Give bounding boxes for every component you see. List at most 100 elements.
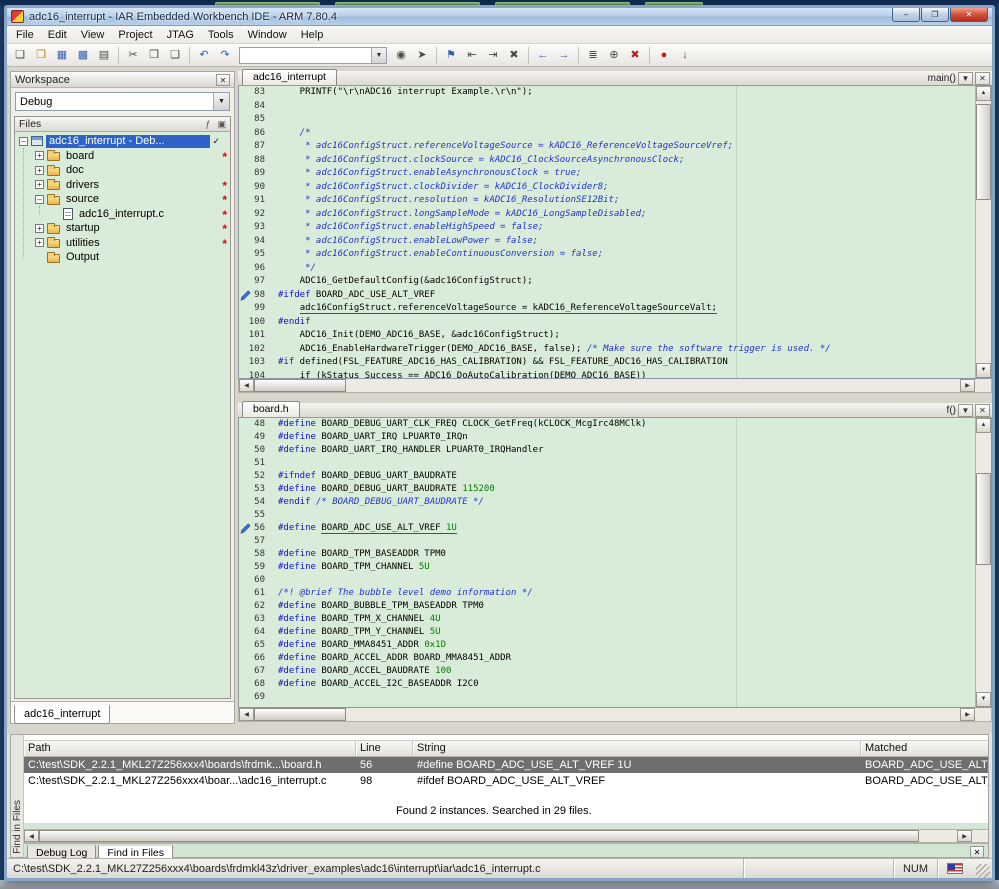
scroll-right-button[interactable]: ▶ — [960, 708, 975, 721]
expand-icon[interactable]: + — [35, 151, 44, 161]
code-line[interactable]: 103 #if defined(FSL_FEATURE_ADC16_HAS_CAL… — [239, 356, 975, 370]
files-column-header[interactable]: Files ƒ ▣ — [15, 117, 230, 132]
workspace-header[interactable]: Workspace ✕ — [11, 72, 234, 88]
code-line[interactable]: 54 #endif /* BOARD_DEBUG_UART_BAUDRATE */ — [239, 496, 975, 509]
scroll-right-button[interactable]: ▶ — [957, 830, 972, 842]
tree-item-doc[interactable]: + doc — [15, 163, 230, 178]
code-line[interactable]: 52 #ifndef BOARD_DEBUG_UART_BAUDRATE — [239, 470, 975, 483]
expand-icon[interactable]: + — [35, 223, 44, 233]
menu-view[interactable]: View — [74, 27, 112, 43]
navigate-back-button[interactable]: ← — [533, 46, 553, 65]
next-bookmark-button[interactable]: ⇥ — [483, 46, 503, 65]
menu-help[interactable]: Help — [294, 27, 331, 43]
results-horizontal-scrollbar[interactable]: ◀ ▶ — [24, 829, 988, 843]
code-line[interactable]: 65 #define BOARD_MMA8451_ADDR 0x1D — [239, 639, 975, 652]
new-document-button[interactable]: ❏ — [10, 46, 30, 65]
column-header-path[interactable]: Path — [24, 741, 356, 756]
horizontal-scrollbar[interactable]: ◀ ▶ — [238, 379, 992, 393]
code-line[interactable]: 95 * adc16ConfigStruct.enableContinuousC… — [239, 248, 975, 262]
menu-project[interactable]: Project — [111, 27, 159, 43]
scrollbar-thumb[interactable] — [254, 708, 346, 721]
menu-file[interactable]: File — [9, 27, 41, 43]
chevron-down-icon[interactable]: ▼ — [213, 93, 229, 110]
bookmark-icon[interactable] — [240, 289, 251, 301]
collapse-icon[interactable]: – — [19, 136, 28, 146]
code-line[interactable]: 61 /*! @brief The bubble level demo infor… — [239, 587, 975, 600]
code-line[interactable]: 58 #define BOARD_TPM_BASEADDR TPM0 — [239, 548, 975, 561]
code-line[interactable]: 98 #ifdef BOARD_ADC_USE_ALT_VREF — [239, 289, 975, 303]
tree-item-startup[interactable]: + startup * — [15, 221, 230, 236]
code-line[interactable]: 104 if (kStatus_Success == ADC16_DoAutoC… — [239, 370, 975, 379]
open-file-button[interactable]: ❐ — [31, 46, 51, 65]
bookmark-icon[interactable] — [240, 523, 251, 534]
code-line[interactable]: 101 ADC16_Init(DEMO_ADC16_BASE, &adc16Co… — [239, 329, 975, 343]
vertical-scrollbar[interactable]: ▲ ▼ — [975, 86, 991, 378]
close-button[interactable]: ✕ — [950, 8, 988, 22]
minimize-button[interactable]: – — [892, 8, 920, 22]
cut-button[interactable]: ✂ — [123, 46, 143, 65]
tree-item-source[interactable]: – source * — [15, 192, 230, 207]
code-line[interactable]: 86 /* — [239, 127, 975, 141]
code-line[interactable]: 91 * adc16ConfigStruct.resolution = kADC… — [239, 194, 975, 208]
code-content[interactable]: 48 #define BOARD_DEBUG_UART_CLK_FREQ CLOC… — [239, 418, 975, 707]
code-line[interactable]: 83 PRINTF("\r\nADC16 interrupt Example.\… — [239, 86, 975, 100]
make-button[interactable]: ≣ — [583, 46, 603, 65]
collapse-icon[interactable]: – — [35, 194, 44, 204]
us-flag-icon[interactable] — [947, 863, 963, 874]
code-line[interactable]: 62 #define BOARD_BUBBLE_TPM_BASEADDR TPM0 — [239, 600, 975, 613]
find-next-button[interactable]: ➤ — [412, 46, 432, 65]
close-icon[interactable]: ✕ — [216, 73, 230, 86]
code-line[interactable]: 49 #define BOARD_UART_IRQ LPUART0_IRQn — [239, 431, 975, 444]
code-line[interactable]: 63 #define BOARD_TPM_X_CHANNEL 4U — [239, 613, 975, 626]
code-line[interactable]: 88 * adc16ConfigStruct.clockSource = kAD… — [239, 154, 975, 168]
configuration-dropdown[interactable]: Debug ▼ — [15, 92, 230, 111]
chevron-down-icon[interactable]: ▼ — [958, 404, 973, 417]
redo-button[interactable]: ↷ — [215, 46, 235, 65]
code-line[interactable]: 94 * adc16ConfigStruct.enableLowPower = … — [239, 235, 975, 249]
clear-bookmarks-button[interactable]: ✖ — [504, 46, 524, 65]
code-line[interactable]: 56 #define BOARD_ADC_USE_ALT_VREF 1U — [239, 522, 975, 535]
code-line[interactable]: 55 — [239, 509, 975, 522]
scroll-left-button[interactable]: ◀ — [24, 830, 39, 842]
code-content[interactable]: 83 PRINTF("\r\nADC16 interrupt Example.\… — [239, 86, 975, 378]
expand-icon[interactable]: + — [35, 238, 44, 248]
editor-splitter[interactable] — [238, 393, 992, 403]
code-line[interactable]: 67 #define BOARD_ACCEL_BAUDRATE 100 — [239, 665, 975, 678]
close-icon[interactable]: ✕ — [970, 846, 984, 858]
code-line[interactable]: 96 */ — [239, 262, 975, 276]
close-icon[interactable]: ✕ — [975, 72, 990, 85]
horizontal-scrollbar[interactable]: ◀ ▶ — [238, 708, 992, 722]
expand-icon[interactable]: + — [35, 165, 44, 175]
stop-build-button[interactable]: ✖ — [625, 46, 645, 65]
tree-item-utilities[interactable]: + utilities * — [15, 236, 230, 251]
undo-button[interactable]: ↶ — [194, 46, 214, 65]
chevron-down-icon[interactable]: ▼ — [958, 72, 973, 85]
code-editor-adc16-interrupt[interactable]: 83 PRINTF("\r\nADC16 interrupt Example.\… — [238, 86, 992, 379]
code-line[interactable]: 60 — [239, 574, 975, 587]
editor-tab-adc16-interrupt[interactable]: adc16_interrupt — [242, 69, 337, 85]
code-line[interactable]: 102 ADC16_EnableHardwareTrigger(DEMO_ADC… — [239, 343, 975, 357]
code-line[interactable]: 100 #endif — [239, 316, 975, 330]
scroll-down-button[interactable]: ▼ — [976, 363, 991, 378]
code-line[interactable]: 97 ADC16_GetDefaultConfig(&adc16ConfigSt… — [239, 275, 975, 289]
menu-window[interactable]: Window — [241, 27, 294, 43]
scroll-left-button[interactable]: ◀ — [239, 708, 254, 721]
scroll-up-button[interactable]: ▲ — [976, 418, 991, 433]
chevron-down-icon[interactable]: ▼ — [371, 47, 386, 63]
scrollbar-thumb[interactable] — [976, 104, 991, 200]
close-icon[interactable]: ✕ — [975, 404, 990, 417]
menu-tools[interactable]: Tools — [201, 27, 241, 43]
scroll-down-button[interactable]: ▼ — [976, 692, 991, 707]
scrollbar-thumb[interactable] — [254, 379, 346, 392]
column-header-line[interactable]: Line — [356, 741, 413, 756]
print-button[interactable]: ▤ — [94, 46, 114, 65]
editor-tab-board-h[interactable]: board.h — [242, 401, 300, 417]
code-line[interactable]: 90 * adc16ConfigStruct.clockDivider = kA… — [239, 181, 975, 195]
code-line[interactable]: 64 #define BOARD_TPM_Y_CHANNEL 5U — [239, 626, 975, 639]
download-and-debug-button[interactable]: ↓ — [675, 46, 695, 65]
code-line[interactable]: 50 #define BOARD_UART_IRQ_HANDLER LPUART0… — [239, 444, 975, 457]
code-line[interactable]: 57 — [239, 535, 975, 548]
tree-item-adc16-interrupt-deb[interactable]: – adc16_interrupt - Deb... ✓ — [15, 134, 230, 149]
tree-item-board[interactable]: + board * — [15, 149, 230, 164]
save-all-button[interactable]: ▩ — [73, 46, 93, 65]
